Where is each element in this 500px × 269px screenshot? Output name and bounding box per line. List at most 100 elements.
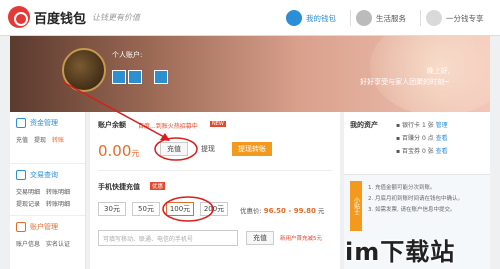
asset-label: 百赚分 [402, 135, 421, 142]
tip-item: 1. 充值金额可能分次到账。 [368, 185, 436, 191]
greeting-line-1: 晚上好, [426, 67, 450, 75]
balance-title: 账户余额 [98, 121, 126, 129]
new-user-promo[interactable]: 新用户首充减5元 [280, 234, 322, 242]
tips-badge: 小贴士 [350, 181, 362, 231]
bank-card-icon: ▪ [396, 122, 401, 129]
sidebar-item-account-info[interactable]: 账户信息 [16, 240, 40, 250]
sidebar-title-label: 账户管理 [30, 223, 58, 231]
sidebar-title-label: 交易查询 [30, 171, 58, 179]
top-bar: 百度钱包 让钱更有价值 我的钱包 生活服务 一分钱专享 [0, 0, 500, 36]
nav-one-cent[interactable]: 一分钱专享 [426, 6, 484, 30]
left-sidebar: 资金管理 充值 提现 转账 交易查询 交易明细 转账明细 提现记录 转账明细 账… [10, 112, 86, 269]
asset-unit: 点 [427, 135, 434, 142]
sidebar-item-transfer[interactable]: 转账 [52, 136, 64, 146]
price-label: 优惠价: [240, 207, 262, 215]
balance-unit: 元 [131, 149, 140, 158]
tips-list: 1. 充值金额可能分次到账。 2. 月底月初到账时间请在钱包中确认。 3. 如需… [368, 183, 483, 216]
assets-list: ▪ 银行卡 1 张 管理 ▪ 百赚分 0 点 查看 ▪ 百宝券 0 张 查看 [396, 119, 448, 158]
sidebar-group-trades: 交易查询 交易明细 转账明细 提现记录 转账明细 [10, 164, 85, 216]
phone-icon[interactable] [128, 70, 142, 84]
greeting-line-2: 好好享受与家人团聚的时刻~ [360, 78, 450, 86]
sidebar-links-account: 账户信息 实名认证 [16, 240, 85, 250]
price-value: 96.50 - 99.80 [263, 207, 316, 215]
asset-unit: 张 [427, 148, 434, 155]
sidebar-item-transfer-detail[interactable]: 转账明细 [46, 188, 70, 198]
asset-label: 百宝券 [402, 148, 421, 155]
baidu-wallet-logo[interactable] [8, 6, 30, 28]
amount-option-30[interactable]: 30元 [98, 202, 126, 216]
profile-banner: 个人账户: 晚上好, 好好享受与家人团聚的时刻~ [10, 36, 490, 112]
search-icon [16, 170, 26, 180]
sidebar-title-trades[interactable]: 交易查询 [16, 170, 85, 180]
amount-options: 30元 50元 100元 200元 [98, 202, 228, 216]
sidebar-title-funds[interactable]: 资金管理 [16, 118, 85, 128]
amount-option-100[interactable]: 100元 [166, 202, 194, 216]
asset-row-bankcard: ▪ 银行卡 1 张 管理 [396, 119, 448, 132]
asset-action-view[interactable]: 查看 [436, 148, 448, 155]
balance-amount-value: 0.00 [98, 142, 132, 160]
asset-action-view[interactable]: 查看 [436, 135, 448, 142]
main-panel: 账户余额 百度...到账火热招募中 NEW 0.00元 充值 提现 提现转账 手… [90, 112, 340, 269]
asset-count: 0 [421, 135, 426, 142]
amount-option-50[interactable]: 50元 [132, 202, 160, 216]
balance-note[interactable]: 百度...到账火热招募中 [138, 121, 198, 130]
account-label: 个人账户: [112, 51, 143, 59]
new-badge: NEW [210, 121, 226, 127]
greeting: 晚上好, 好好享受与家人团聚的时刻~ [360, 66, 450, 88]
asset-unit: 张 [427, 122, 434, 129]
nav-my-wallet[interactable]: 我的钱包 [286, 6, 336, 30]
avatar[interactable] [62, 48, 106, 92]
sidebar-links-funds: 充值 提现 转账 [16, 136, 85, 146]
asset-label: 银行卡 [402, 122, 421, 129]
sidebar-title-label: 资金管理 [30, 119, 58, 127]
sidebar-title-account[interactable]: 账户管理 [16, 222, 85, 232]
nav-life-services-label: 生活服务 [376, 13, 406, 23]
transfer-button[interactable]: 提现转账 [232, 142, 272, 156]
nav-life-services[interactable]: 生活服务 [356, 6, 406, 30]
discount-price: 优惠价: 96.50 - 99.80 元 [240, 205, 324, 215]
mobile-recharge-title: 手机快捷充值 [98, 183, 140, 191]
amount-option-200[interactable]: 200元 [200, 202, 228, 216]
tip-item: 2. 月底月初到账时间请在钱包中确认。 [368, 196, 463, 202]
assets-title: 我的资产 [350, 121, 378, 129]
asset-row-points: ▪ 百赚分 0 点 查看 [396, 132, 448, 145]
nav-one-cent-label: 一分钱专享 [446, 13, 484, 23]
user-icon [286, 10, 302, 26]
sidebar-item-withdraw-record[interactable]: 提现记录 [16, 200, 40, 210]
price-unit: 元 [317, 207, 325, 215]
sidebar-item-withdraw[interactable]: 提现 [34, 136, 46, 146]
asset-row-coupons: ▪ 百宝券 0 张 查看 [396, 145, 448, 158]
watermark: im下载站 [345, 238, 456, 266]
sidebar-item-recharge[interactable]: 充值 [16, 136, 28, 146]
brand-title: 百度钱包 [34, 12, 87, 27]
sidebar-links-trades: 交易明细 转账明细 提现记录 转账明细 [16, 188, 85, 210]
security-icon[interactable] [154, 70, 168, 84]
recharge-button[interactable]: 充值 [160, 142, 188, 156]
tip-item: 3. 如需发票, 请在账户信息中提交。 [368, 207, 456, 213]
nav-divider [420, 10, 421, 26]
mobile-recharge-button[interactable]: 充值 [246, 231, 274, 245]
nav-my-wallet-label: 我的钱包 [306, 13, 336, 23]
discount-badge: 优惠 [150, 182, 166, 190]
coin-icon [426, 10, 442, 26]
sidebar-item-realname[interactable]: 实名认证 [46, 240, 70, 250]
balance-amount: 0.00元 [98, 142, 139, 160]
account-icon [16, 222, 26, 232]
nav-divider [350, 10, 351, 26]
section-divider [98, 170, 332, 171]
asset-count: 1 [421, 122, 426, 129]
services-icon [356, 10, 372, 26]
phone-number-input[interactable]: 可填写移动、联通、电信的手机号 [98, 230, 238, 246]
id-card-icon[interactable] [112, 70, 126, 84]
account-icons [112, 70, 168, 84]
sidebar-group-funds: 资金管理 充值 提现 转账 [10, 112, 85, 164]
slogan: 让钱更有价值 [92, 13, 140, 22]
sidebar-group-account: 账户管理 账户信息 实名认证 [10, 216, 85, 268]
sidebar-item-transfer-detail-2[interactable]: 转账明细 [46, 200, 70, 210]
points-icon: ▪ [396, 135, 401, 142]
sidebar-item-trade-detail[interactable]: 交易明细 [16, 188, 40, 198]
withdraw-button[interactable]: 提现 [194, 142, 222, 156]
asset-action-manage[interactable]: 管理 [436, 122, 448, 129]
coupon-icon: ▪ [396, 148, 401, 155]
asset-count: 0 [421, 148, 426, 155]
